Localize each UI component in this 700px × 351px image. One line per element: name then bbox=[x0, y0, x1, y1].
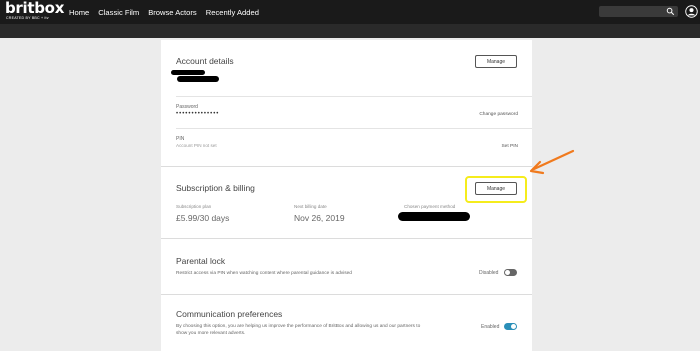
nav-classic-film[interactable]: Classic Film bbox=[98, 8, 139, 17]
search-icon[interactable] bbox=[666, 7, 675, 16]
section-divider bbox=[161, 238, 532, 239]
user-avatar-icon[interactable] bbox=[685, 5, 698, 18]
communication-toggle[interactable] bbox=[504, 323, 517, 330]
password-value: •••••••••••••• bbox=[176, 111, 220, 117]
divider bbox=[176, 128, 532, 129]
nav-home[interactable]: Home bbox=[69, 8, 89, 17]
redacted-payment-method bbox=[398, 212, 470, 221]
parental-lock-state: Disabled bbox=[479, 270, 499, 276]
divider bbox=[176, 96, 532, 97]
parental-lock-title: Parental lock bbox=[176, 256, 226, 266]
subscription-title: Subscription & billing bbox=[176, 183, 255, 193]
logo-subtitle: CREATED BY BBC + itv bbox=[6, 16, 49, 20]
logo-text: britbox bbox=[5, 0, 65, 17]
redacted-name bbox=[171, 70, 205, 75]
britbox-logo[interactable]: britbox CREATED BY BBC + itv bbox=[5, 0, 64, 23]
annotation-arrow-icon bbox=[529, 149, 575, 175]
toggle-knob bbox=[511, 324, 516, 329]
billing-value: Nov 26, 2019 bbox=[294, 213, 345, 223]
plan-label: Subscription plan bbox=[176, 204, 212, 209]
section-divider bbox=[161, 166, 532, 167]
pin-label: PIN bbox=[176, 136, 185, 142]
parental-lock-description: Restrict access via PIN when watching co… bbox=[176, 271, 352, 276]
billing-label: Next billing date bbox=[294, 204, 327, 209]
account-manage-button[interactable]: Manage bbox=[475, 55, 517, 68]
account-details-title: Account details bbox=[176, 56, 234, 66]
communication-description-line1: By choosing this option, you are helping… bbox=[176, 324, 421, 329]
secondary-bar bbox=[0, 24, 700, 38]
search-input[interactable] bbox=[599, 6, 678, 17]
highlight-box bbox=[465, 176, 527, 203]
set-pin-link[interactable]: Set PIN bbox=[501, 144, 518, 149]
communication-state: Enabled bbox=[481, 324, 500, 330]
parental-lock-toggle[interactable] bbox=[504, 269, 517, 276]
communication-title: Communication preferences bbox=[176, 309, 283, 319]
top-navigation-bar: britbox CREATED BY BBC + itv Home Classi… bbox=[0, 0, 700, 24]
redacted-email bbox=[177, 76, 219, 82]
main-nav: Home Classic Film Browse Actors Recently… bbox=[69, 8, 259, 17]
section-divider bbox=[161, 294, 532, 295]
nav-browse-actors[interactable]: Browse Actors bbox=[148, 8, 197, 17]
payment-label: Chosen payment method bbox=[404, 204, 456, 209]
change-password-link[interactable]: Change password bbox=[479, 112, 518, 117]
pin-status: Account PIN not set bbox=[176, 143, 217, 148]
toggle-knob bbox=[505, 270, 510, 275]
nav-recently-added[interactable]: Recently Added bbox=[206, 8, 259, 17]
password-label: Password bbox=[176, 104, 198, 110]
communication-description-line2: show you more relevant adverts. bbox=[176, 331, 246, 336]
plan-value: £5.99/30 days bbox=[176, 213, 230, 223]
